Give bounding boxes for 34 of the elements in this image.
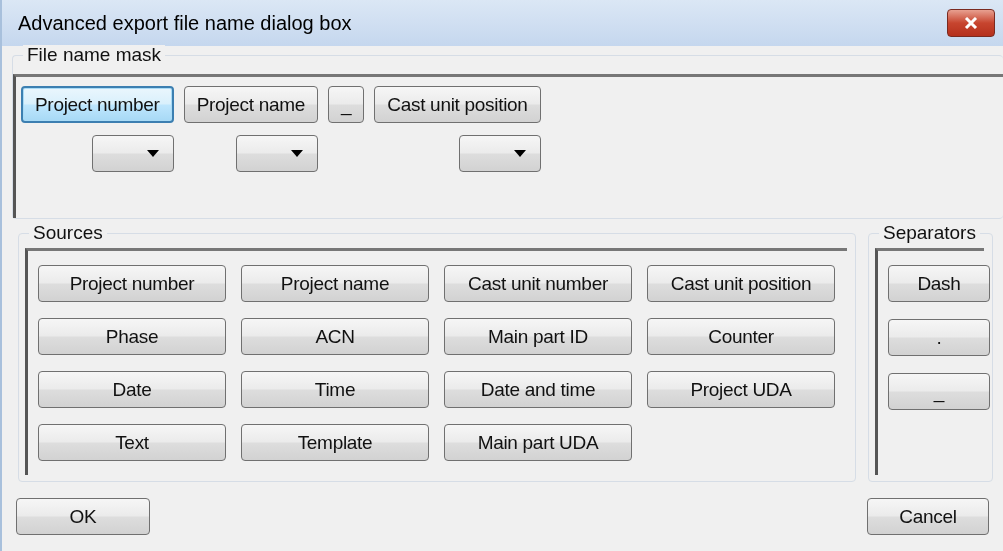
caret-icon (513, 150, 526, 157)
window-title: Advanced export file name dialog box (18, 11, 352, 35)
separator-button[interactable]: Dash (888, 265, 990, 302)
mask-token-button[interactable]: _ (328, 86, 365, 123)
source-button[interactable]: Phase (38, 318, 226, 355)
cancel-button[interactable]: Cancel (867, 498, 989, 535)
source-button[interactable]: Project number (38, 265, 226, 302)
source-button[interactable]: Date and time (444, 371, 632, 408)
group-label: Separators (879, 223, 980, 243)
source-button[interactable]: Main part ID (444, 318, 632, 355)
source-button[interactable]: Text (38, 424, 226, 461)
dropdown[interactable] (91, 135, 174, 172)
dropdown[interactable] (458, 135, 541, 172)
source-button[interactable]: Main part UDA (444, 424, 632, 461)
caret-icon (146, 150, 159, 157)
source-button[interactable]: ACN (241, 318, 429, 355)
close-icon (964, 17, 978, 29)
mask-token-button[interactable]: Project number (21, 86, 174, 123)
source-button[interactable]: Time (241, 371, 429, 408)
ok-button[interactable]: OK (16, 498, 150, 535)
source-button[interactable]: Cast unit position (647, 265, 835, 302)
source-button[interactable]: Date (38, 371, 226, 408)
source-button[interactable]: Counter (647, 318, 835, 355)
mask-token-button[interactable]: Project name (183, 86, 318, 123)
source-button[interactable]: Cast unit number (444, 265, 632, 302)
source-button[interactable]: Project name (241, 265, 429, 302)
close-button[interactable] (947, 9, 995, 37)
separator-button[interactable]: . (888, 319, 990, 356)
mask-token-button[interactable]: Cast unit position (374, 86, 541, 123)
separator-button[interactable]: _ (888, 373, 990, 410)
source-button[interactable]: Template (241, 424, 429, 461)
source-button[interactable]: Project UDA (647, 371, 835, 408)
dropdown[interactable] (236, 135, 318, 172)
caret-icon (291, 150, 303, 157)
